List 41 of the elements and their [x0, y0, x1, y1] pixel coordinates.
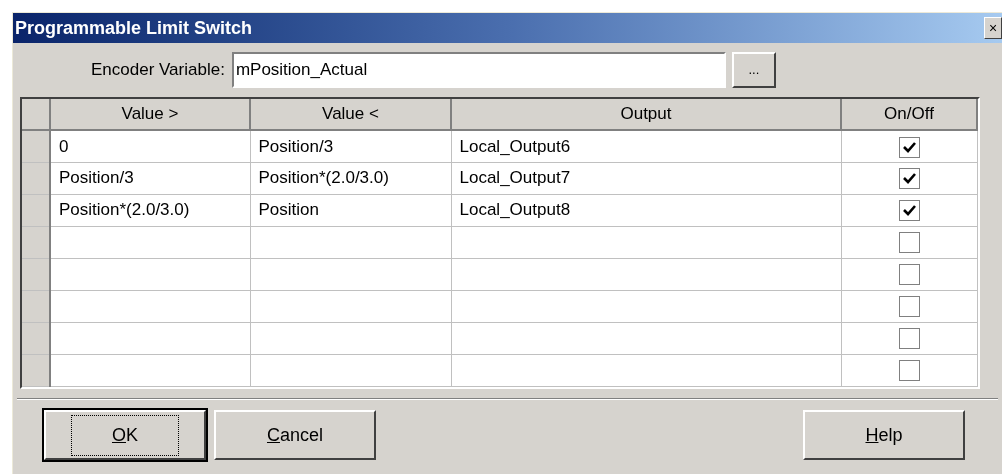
close-button[interactable]: ×: [984, 17, 1002, 39]
checkbox[interactable]: [898, 360, 920, 382]
checkbox[interactable]: [898, 328, 920, 350]
row-header[interactable]: [22, 354, 50, 386]
column-header[interactable]: Value >: [50, 99, 250, 130]
row-header[interactable]: [22, 258, 50, 290]
table-cell: Position/3: [250, 130, 451, 162]
dialog-button[interactable]: OK: [44, 410, 206, 460]
browse-button[interactable]: ...: [731, 52, 776, 88]
checkbox[interactable]: [898, 168, 920, 190]
checkbox[interactable]: [898, 200, 920, 222]
column-header[interactable]: Output: [451, 99, 841, 130]
checkbox[interactable]: [898, 264, 920, 286]
checkbox[interactable]: [898, 232, 920, 254]
field-label: Encoder Variable:: [91, 59, 225, 82]
window-title: Programmable Limit Switch: [15, 16, 253, 40]
check-icon: [902, 173, 916, 185]
input-field[interactable]: mPosition_Actual: [231, 52, 726, 88]
table-cell: Local_Output6: [451, 130, 841, 162]
dialog-button[interactable]: Help: [803, 410, 965, 460]
column-header[interactable]: On/Off: [841, 99, 977, 130]
table-cell: Local_Output7: [451, 162, 841, 194]
checkbox[interactable]: [898, 296, 920, 318]
table-cell: Position*(2.0/3.0): [250, 162, 451, 194]
dialog-button[interactable]: Cancel: [214, 410, 376, 460]
table-cell: Position*(2.0/3.0): [50, 194, 250, 226]
column-header[interactable]: Value <: [250, 99, 451, 130]
row-header[interactable]: [22, 130, 50, 162]
row-header[interactable]: [22, 226, 50, 258]
row-header[interactable]: [22, 290, 50, 322]
row-header[interactable]: [22, 162, 50, 194]
table-cell: 0: [50, 130, 250, 162]
row-header[interactable]: [22, 322, 50, 354]
table-cell: Position/3: [50, 162, 250, 194]
row-header: [22, 99, 50, 130]
check-icon: [902, 141, 916, 153]
check-icon: [902, 205, 916, 217]
row-header[interactable]: [22, 194, 50, 226]
table-cell: Local_Output8: [451, 194, 841, 226]
table-cell: Position: [250, 194, 451, 226]
checkbox[interactable]: [898, 136, 920, 158]
